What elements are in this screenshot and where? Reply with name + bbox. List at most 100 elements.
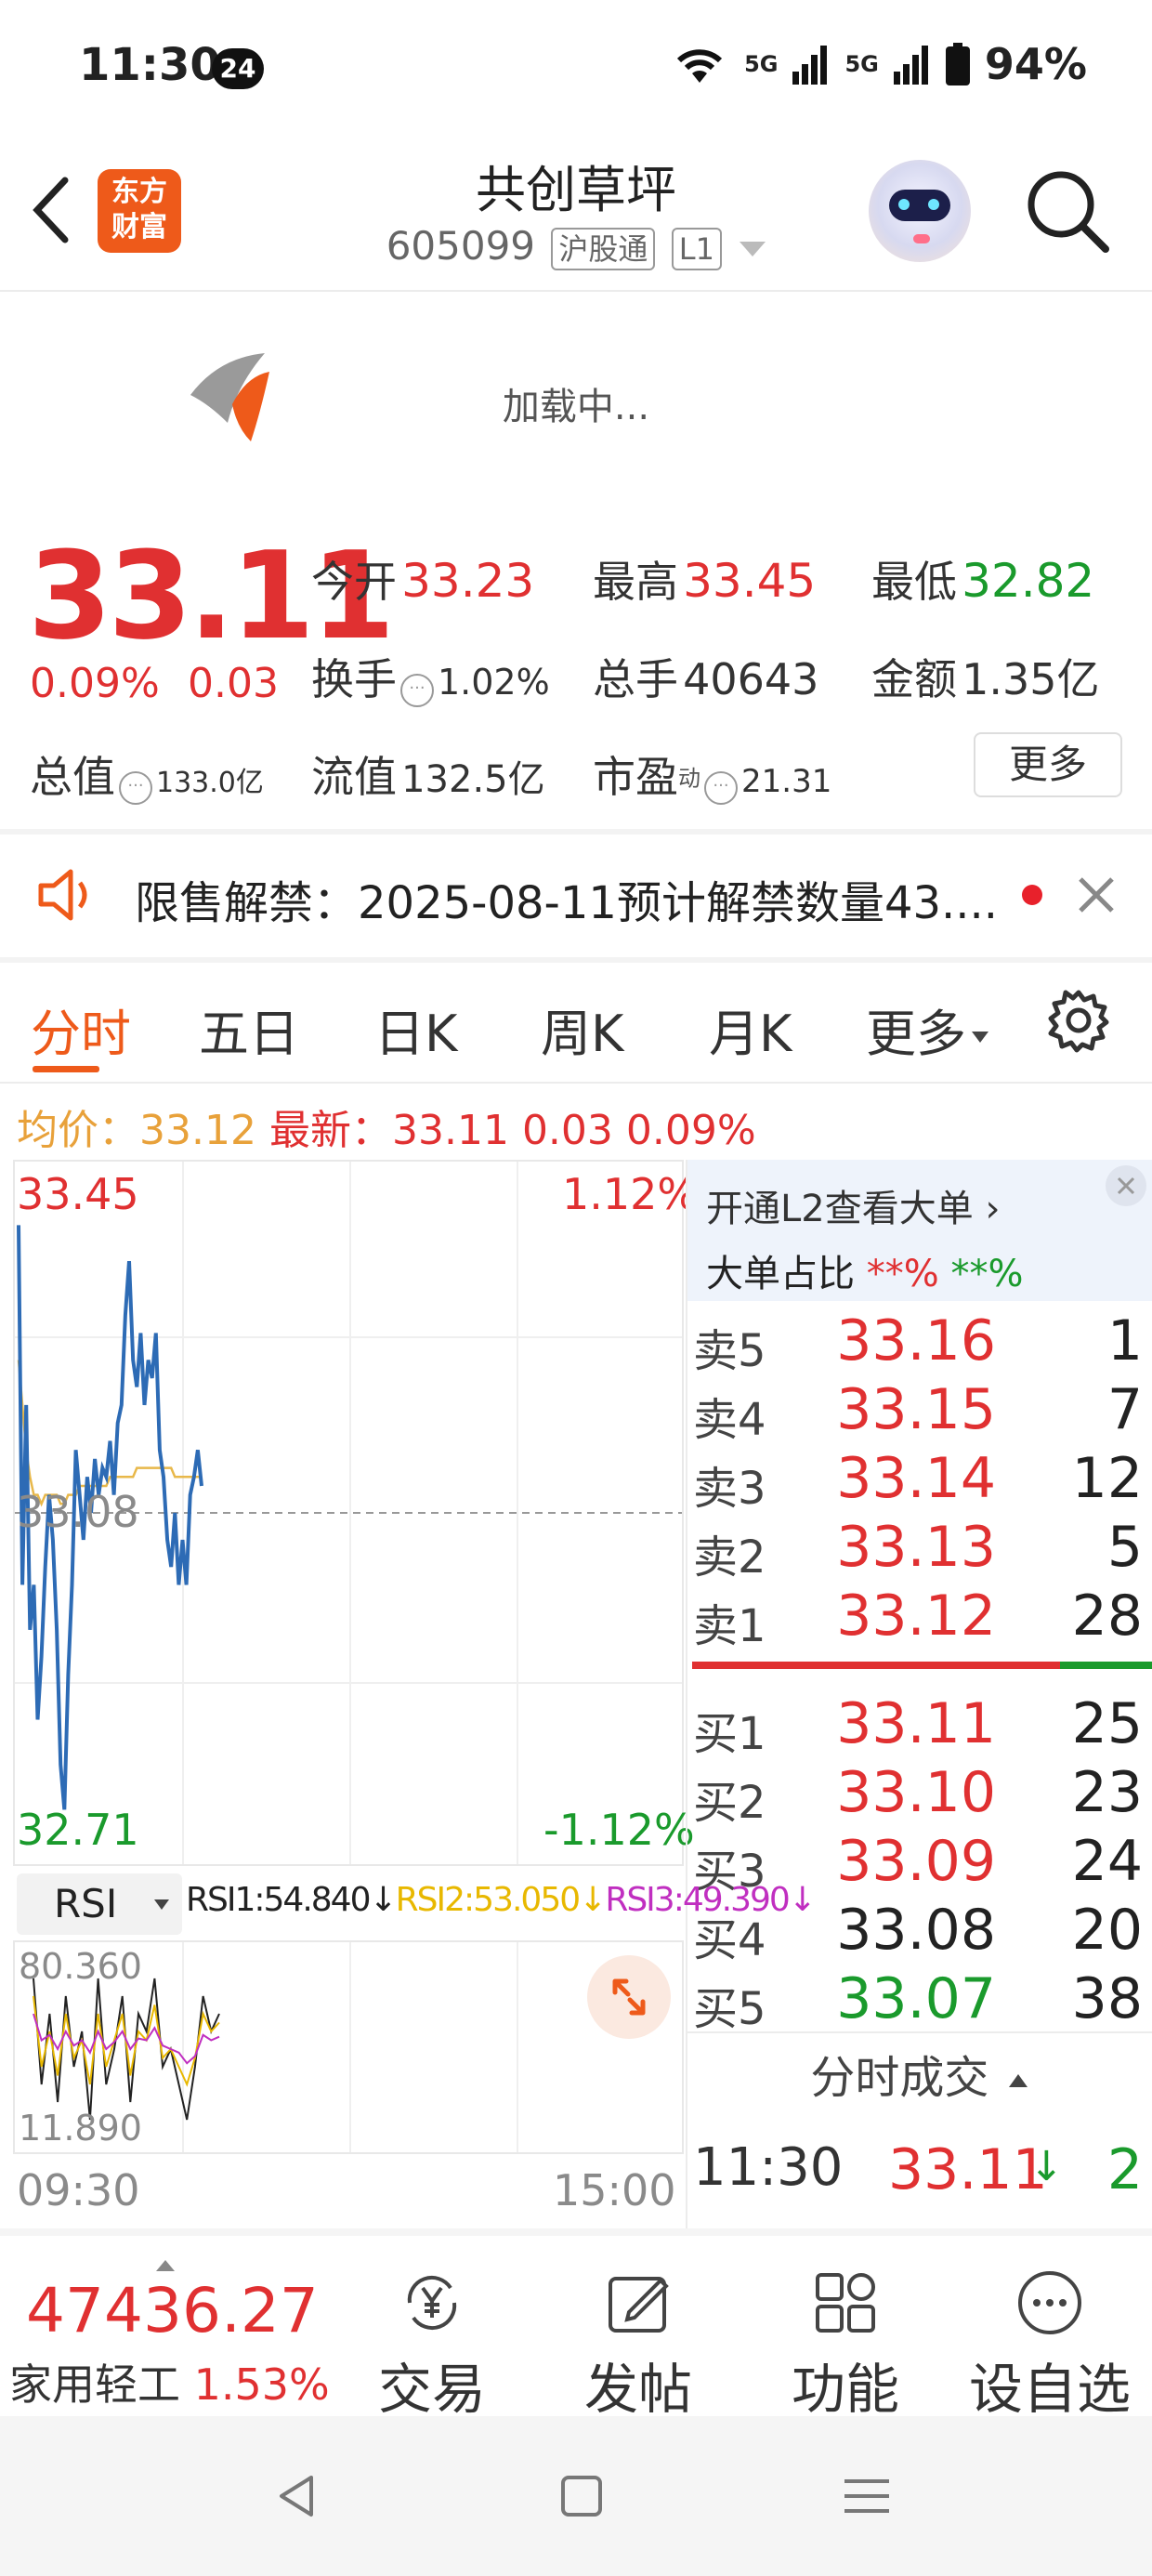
nav-add-watchlist[interactable]: 设自选 bbox=[957, 2267, 1143, 2424]
battery-icon bbox=[945, 43, 970, 85]
rsi3-value: RSI3:49.390↓ bbox=[605, 1881, 817, 1919]
bid-row-2[interactable]: 买2 33.10 23 bbox=[686, 1760, 1152, 1829]
nav-functions-label: 功能 bbox=[791, 2358, 899, 2421]
home-square-icon[interactable] bbox=[557, 2472, 606, 2520]
rsi-values: RSI1:54.840↓RSI2:53.050↓RSI3:49.390↓ bbox=[186, 1881, 817, 1919]
trades-title: 分时成交 bbox=[810, 2052, 989, 2104]
latest-change-pct: 0.09% bbox=[625, 1107, 756, 1154]
close-promo-button[interactable] bbox=[1106, 1165, 1146, 1206]
bid-ask-ratio-bar bbox=[692, 1662, 1152, 1669]
latest-value: 33.11 bbox=[391, 1107, 509, 1154]
notification-badge: 24 bbox=[212, 48, 264, 89]
l2-link[interactable]: 开通L2查看大单 › bbox=[706, 1178, 1000, 1232]
sector-index[interactable]: 家用轻工 1.53% bbox=[9, 2351, 330, 2412]
big-order-ratio: 大单占比 **% **% bbox=[706, 1243, 1023, 1297]
trade-volume: 2 bbox=[1106, 2137, 1143, 2202]
nav-trade[interactable]: 交易 bbox=[339, 2267, 525, 2424]
trades-toggle[interactable]: 分时成交 bbox=[686, 2041, 1152, 2106]
close-icon bbox=[1079, 877, 1114, 913]
avg-price-line bbox=[17, 1360, 202, 1507]
rsi2-value: RSI2:53.050↓ bbox=[395, 1881, 608, 1919]
tab-five-day[interactable]: 五日 bbox=[199, 992, 299, 1066]
stock-name[interactable]: 共创草坪 bbox=[0, 149, 1152, 222]
market-tag: 沪股通 bbox=[551, 227, 656, 270]
trade-row: 11:30 33.11 ↓ 2 bbox=[686, 2137, 1152, 2206]
ask-row-1[interactable]: 卖1 33.12 28 bbox=[686, 1584, 1152, 1652]
info-icon[interactable]: ··· bbox=[704, 770, 738, 805]
avg-value: 33.12 bbox=[139, 1107, 256, 1154]
high-value: 33.45 bbox=[683, 554, 817, 608]
yen-cycle-icon bbox=[407, 2275, 457, 2331]
bid-row-5[interactable]: 买5 33.07 38 bbox=[686, 1966, 1152, 2035]
avg-label: 均价： bbox=[17, 1107, 139, 1154]
chart-settings-button[interactable] bbox=[1045, 987, 1112, 1058]
more-circle-icon bbox=[1018, 2271, 1081, 2334]
nav-post[interactable]: 发帖 bbox=[545, 2267, 731, 2424]
signal-icon bbox=[893, 46, 928, 85]
tab-more[interactable]: 更多 bbox=[866, 992, 988, 1066]
gear-icon bbox=[1048, 990, 1109, 1053]
nav-functions[interactable]: 功能 bbox=[753, 2267, 938, 2424]
latest-change: 0.03 bbox=[521, 1107, 613, 1154]
back-triangle-icon[interactable] bbox=[274, 2472, 322, 2520]
indicator-select[interactable]: RSI bbox=[17, 1873, 182, 1935]
ask-row-5[interactable]: 卖5 33.16 1 bbox=[686, 1308, 1152, 1377]
big-order-green: **% bbox=[950, 1253, 1024, 1295]
sector-index-value[interactable]: 47436.27 bbox=[26, 2275, 319, 2346]
float-value: 132.5亿 bbox=[401, 758, 545, 801]
pe-value: 21.31 bbox=[741, 763, 832, 800]
edit-icon bbox=[609, 2277, 669, 2333]
menu-lines-icon[interactable] bbox=[841, 2472, 893, 2520]
trade-time: 11:30 bbox=[693, 2137, 844, 2198]
low-value: 32.82 bbox=[962, 554, 1095, 608]
y-mid-label: 33.08 bbox=[17, 1487, 139, 1537]
tab-intraday[interactable]: 分时 bbox=[31, 992, 131, 1066]
tab-weekly-k[interactable]: 周K bbox=[541, 992, 623, 1066]
turnover-value: 1.02% bbox=[438, 662, 550, 703]
caret-up-icon[interactable] bbox=[156, 2260, 175, 2271]
signal-icon bbox=[792, 46, 828, 85]
float-field: 流值 132.5亿 bbox=[311, 743, 545, 805]
high-label: 最高 bbox=[593, 557, 678, 607]
info-icon[interactable]: ··· bbox=[119, 770, 152, 805]
trade-price: 33.11 bbox=[888, 2137, 1048, 2202]
notice-text[interactable]: 限售解禁：2025-08-11预计解禁数量43.... bbox=[135, 866, 998, 931]
mcap-value: 133.0亿 bbox=[156, 767, 264, 799]
status-bar: 11:30 24 5G 5G 94% bbox=[0, 0, 1152, 139]
tab-daily-k[interactable]: 日K bbox=[374, 992, 457, 1066]
expand-button[interactable] bbox=[587, 1955, 671, 2039]
status-time: 11:30 bbox=[79, 39, 221, 91]
tab-more-label: 更多 bbox=[866, 1005, 966, 1063]
bid-row-1[interactable]: 买1 33.11 25 bbox=[686, 1691, 1152, 1760]
wifi-icon bbox=[677, 49, 723, 83]
low-field: 最低 32.82 bbox=[871, 548, 1094, 610]
signal-5g-1: 5G bbox=[744, 51, 779, 77]
close-icon bbox=[1117, 1176, 1135, 1195]
rsi1-value: RSI1:54.840↓ bbox=[186, 1881, 398, 1919]
volume-field: 总手 40643 bbox=[593, 646, 818, 707]
float-label: 流值 bbox=[311, 752, 397, 802]
signal-5g-2: 5G bbox=[844, 51, 879, 77]
x-end-label: 15:00 bbox=[553, 2165, 676, 2215]
big-order-label: 大单占比 bbox=[706, 1253, 855, 1295]
amount-value: 1.35亿 bbox=[962, 654, 1100, 704]
stock-code: 605099 bbox=[386, 223, 536, 269]
tab-monthly-k[interactable]: 月K bbox=[709, 992, 792, 1066]
more-quote-button[interactable]: 更多 bbox=[974, 732, 1122, 797]
ask-row-4[interactable]: 卖4 33.15 7 bbox=[686, 1377, 1152, 1446]
close-notice-button[interactable] bbox=[1073, 872, 1119, 922]
pct-low-label: -1.12% bbox=[543, 1805, 695, 1855]
stock-code-line[interactable]: 605099 沪股通 L1 bbox=[0, 223, 1152, 270]
level-tag: L1 bbox=[671, 227, 722, 270]
big-order-red: **% bbox=[866, 1253, 939, 1295]
info-icon[interactable]: ··· bbox=[400, 673, 434, 707]
ask-row-2[interactable]: 卖2 33.13 5 bbox=[686, 1515, 1152, 1584]
caret-down-icon bbox=[972, 1032, 988, 1044]
turnover-label: 换手 bbox=[311, 654, 397, 704]
ask-row-3[interactable]: 卖3 33.14 12 bbox=[686, 1446, 1152, 1515]
robot-avatar[interactable] bbox=[869, 160, 971, 262]
l2-promo[interactable]: 开通L2查看大单 › 大单占比 **% **% bbox=[686, 1160, 1152, 1301]
volume-value: 40643 bbox=[683, 654, 819, 704]
search-button[interactable] bbox=[1022, 165, 1115, 258]
search-icon bbox=[1028, 171, 1109, 253]
